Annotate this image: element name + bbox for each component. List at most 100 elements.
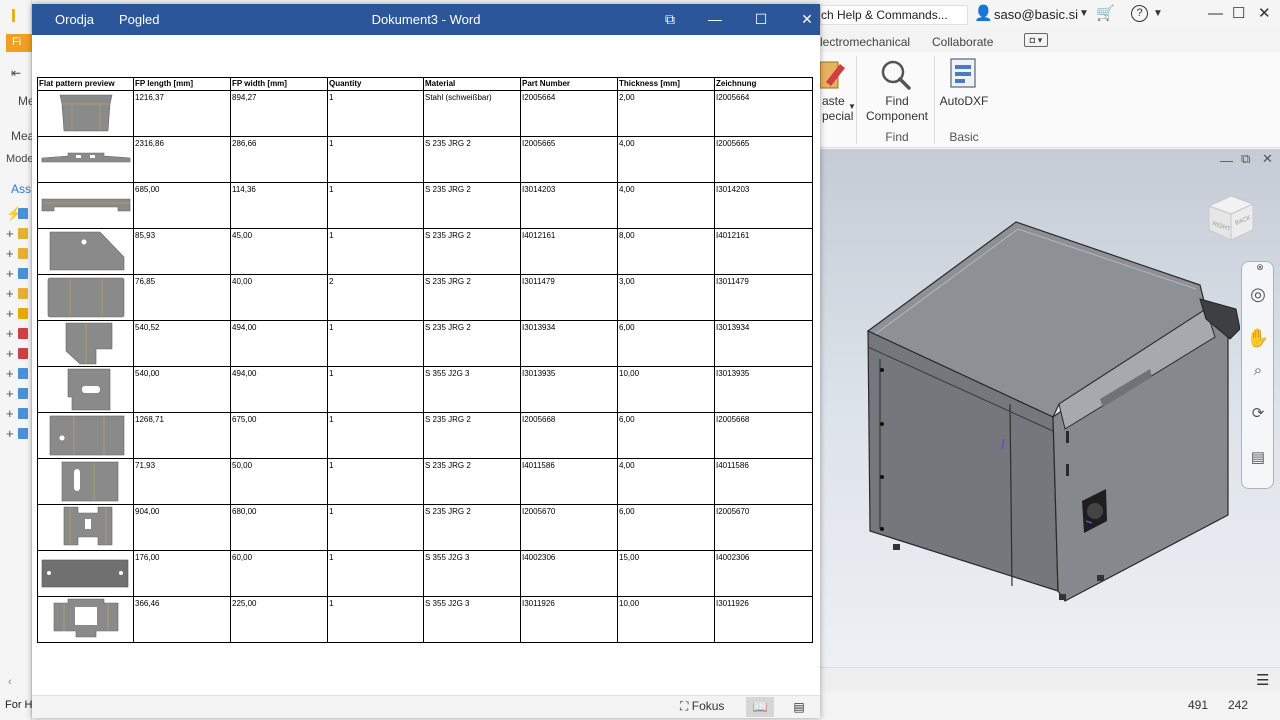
print-layout-icon[interactable]: ▤ — [785, 697, 813, 717]
focus-mode-button[interactable]: ⛶ Fokus — [680, 699, 724, 714]
tree-row[interactable]: + — [6, 406, 32, 422]
fp-length-cell: 366,46 — [133, 596, 231, 643]
autodxf-button[interactable]: AutoDXF — [935, 94, 993, 108]
word-statusbar: ⛶ Fokus 📖 ▤ — [32, 695, 820, 718]
user-icon[interactable]: 👤 — [974, 5, 993, 23]
drawing-cell: I2005664 — [714, 90, 813, 137]
coord-x: 491 — [1188, 698, 1209, 712]
flat-pattern-preview — [37, 90, 134, 137]
part-number-cell: I4002306 — [520, 550, 618, 597]
find-component-label-1[interactable]: Find — [860, 94, 934, 108]
pan-hand-icon[interactable]: ✋ — [1246, 328, 1270, 350]
navigation-bar: ⊗ ◎ ✋ ⌕ ⟳ ▤ — [1241, 261, 1274, 489]
basic-group-label: Basic — [949, 130, 979, 144]
tree-row[interactable]: + — [6, 226, 32, 242]
read-mode-icon[interactable]: 📖 — [746, 697, 774, 717]
word-titlebar[interactable]: Orodja Pogled Dokument3 - Word ⧉ — ☐ ✕ — [32, 4, 820, 35]
tree-row[interactable]: + — [6, 286, 32, 302]
quantity-cell: 1 — [327, 596, 424, 643]
assembly-tab[interactable]: Ass — [11, 182, 31, 196]
3d-model-view[interactable] — [860, 219, 1240, 609]
chevron-down-icon[interactable]: ▼ — [1079, 5, 1089, 23]
tree-row[interactable]: + — [6, 366, 32, 382]
find-component-label-2[interactable]: Component — [860, 109, 934, 123]
tree-row[interactable]: ⚡ — [6, 206, 32, 222]
ribbon-options-icon[interactable]: ◘ ▾ — [1024, 33, 1048, 47]
chevron-left-icon[interactable]: ‹ — [8, 676, 12, 688]
steering-wheel-icon[interactable]: ◎ — [1246, 284, 1270, 306]
tree-row[interactable]: + — [6, 306, 32, 322]
restore-icon[interactable]: ⧉ — [1241, 151, 1250, 167]
cart-icon[interactable]: 🛒 — [1096, 5, 1115, 23]
tree-row[interactable]: + — [6, 326, 32, 342]
thickness-cell: 4,00 — [617, 182, 715, 229]
table-row: 85,93 45,00 1 S 235 JRG 2 I4012161 8,00 … — [37, 228, 813, 275]
column-header: FP length [mm] — [133, 77, 231, 91]
part-number-cell: I3011926 — [520, 596, 618, 643]
chevron-down-icon[interactable]: ▼ — [1153, 5, 1163, 23]
maximize-icon[interactable]: ☐ — [1232, 5, 1245, 23]
close-icon[interactable]: ✕ — [1262, 151, 1273, 167]
drawing-cell: I2005668 — [714, 412, 813, 459]
table-row: 540,00 494,00 1 S 355 J2G 3 I3013935 10,… — [37, 366, 813, 413]
model-tab[interactable]: Mode — [6, 153, 34, 165]
fp-width-cell: 60,00 — [230, 550, 328, 597]
material-cell: S 235 JRG 2 — [423, 458, 521, 505]
maximize-button[interactable]: ☐ — [738, 4, 784, 35]
paste-special-label-2[interactable]: pecial — [822, 109, 853, 123]
restore-layout-icon[interactable]: ⧉ — [647, 4, 693, 35]
quantity-cell: 1 — [327, 366, 424, 413]
drawing-cell: I4002306 — [714, 550, 813, 597]
close-icon[interactable]: ⊗ — [1254, 262, 1266, 284]
flat-pattern-preview — [37, 366, 134, 413]
tree-row[interactable]: + — [6, 426, 32, 442]
parts-table: Flat pattern preview FP length [mm] FP w… — [37, 77, 813, 643]
quantity-cell: 1 — [327, 412, 424, 459]
material-cell: S 235 JRG 2 — [423, 136, 521, 183]
zoom-icon[interactable]: ⌕ — [1246, 362, 1270, 384]
look-at-icon[interactable]: ▤ — [1246, 448, 1270, 470]
menu-pogled[interactable]: Pogled — [119, 12, 159, 27]
drawing-cell: I3014203 — [714, 182, 813, 229]
menu-orodja[interactable]: Orodja — [55, 12, 94, 27]
document-page[interactable]: Flat pattern preview FP length [mm] FP w… — [32, 35, 820, 695]
close-icon[interactable]: ✕ — [1258, 5, 1271, 23]
file-tab[interactable]: Fi — [6, 34, 32, 52]
orbit-icon[interactable]: ⟳ — [1246, 404, 1270, 426]
tree-row[interactable]: + — [6, 266, 32, 282]
tab-collaborate[interactable]: Collaborate — [932, 35, 993, 49]
word-window: Orodja Pogled Dokument3 - Word ⧉ — ☐ ✕ F… — [32, 4, 820, 718]
tree-row[interactable]: + — [6, 346, 32, 362]
user-account[interactable]: saso@basic.si — [994, 7, 1078, 22]
horizontal-scrollbar[interactable] — [820, 667, 1280, 691]
quantity-cell: 1 — [327, 320, 424, 367]
menu-icon[interactable]: ☰ — [1256, 672, 1269, 690]
find-component-icon — [881, 60, 911, 90]
fp-length-cell: 71,93 — [133, 458, 231, 505]
view-cube[interactable]: RIGHT BACK — [1205, 192, 1257, 244]
fp-length-cell: 1268,71 — [133, 412, 231, 459]
inventor-statusbar — [820, 667, 1280, 720]
quantity-cell: 1 — [327, 550, 424, 597]
flat-pattern-preview — [37, 182, 134, 229]
drawing-cell: I4012161 — [714, 228, 813, 275]
paste-special-label-1[interactable]: aste — [822, 94, 845, 108]
minimize-icon[interactable]: — — [1208, 5, 1223, 23]
drawing-cell: I3011926 — [714, 596, 813, 643]
inventor-side-icon[interactable]: ⇤ — [11, 66, 21, 80]
minimize-icon[interactable]: — — [1220, 153, 1233, 168]
help-search-input[interactable]: ch Help & Commands... — [820, 5, 968, 25]
measure-tab[interactable]: Mea — [11, 129, 34, 143]
close-button[interactable]: ✕ — [784, 4, 830, 35]
chevron-down-icon[interactable]: ▼ — [848, 102, 856, 111]
tab-electromechanical[interactable]: lectromechanical — [820, 35, 910, 49]
fp-width-cell: 225,00 — [230, 596, 328, 643]
fp-length-cell: 540,00 — [133, 366, 231, 413]
help-icon[interactable]: ? — [1131, 5, 1148, 22]
tree-row[interactable]: + — [6, 246, 32, 262]
drawing-cell: I2005665 — [714, 136, 813, 183]
minimize-button[interactable]: — — [692, 4, 738, 35]
flat-pattern-preview — [37, 458, 134, 505]
material-cell: S 355 J2G 3 — [423, 596, 521, 643]
tree-row[interactable]: + — [6, 386, 32, 402]
